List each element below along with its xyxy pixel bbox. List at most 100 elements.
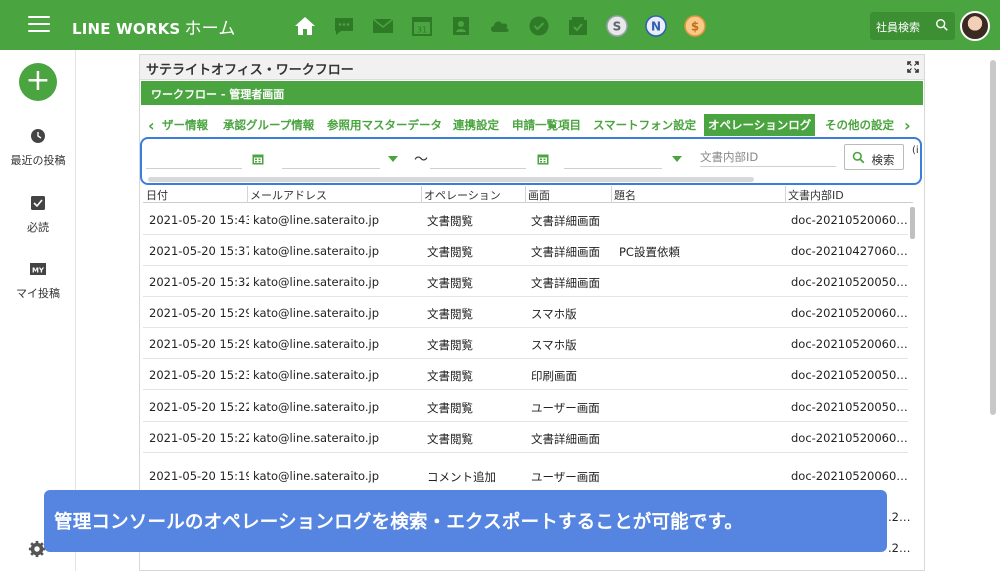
cell-doc-id: doc-20210520050841 <box>791 368 909 382</box>
tab-smartphone[interactable]: スマートフォン設定 <box>593 117 696 133</box>
table-row[interactable]: 2021-05-20 15:29 kato@line.sateraito.jp … <box>143 297 909 328</box>
date-from-input[interactable] <box>146 168 242 169</box>
sateraito-n-icon[interactable]: N <box>641 12 671 40</box>
table-vertical-scrollbar[interactable] <box>910 207 915 239</box>
cell-email: kato@line.sateraito.jp <box>253 306 380 320</box>
table-row[interactable]: 2021-05-20 15:22 kato@line.sateraito.jp … <box>143 391 909 422</box>
check-box-icon <box>31 196 45 210</box>
clock-icon <box>31 129 45 143</box>
cell-operation: 文書閲覧 <box>427 245 473 259</box>
sidebar-item-recent[interactable]: 最近の投稿 <box>0 128 76 168</box>
tab-request-list-items[interactable]: 申請一覧項目 <box>512 117 581 133</box>
home-icon[interactable] <box>290 12 320 40</box>
cell-email: kato@line.sateraito.jp <box>253 431 380 445</box>
compose-button[interactable]: + <box>19 63 57 101</box>
table-header: 日付 メールアドレス オペレーション 画面 題名 文書内部ID <box>143 186 913 203</box>
svg-text:$: $ <box>691 20 699 34</box>
drive-icon[interactable] <box>485 12 515 40</box>
cell-screen: ユーザー画面 <box>531 401 600 415</box>
check-icon[interactable] <box>524 12 554 40</box>
search-button[interactable]: 検索 <box>844 144 904 170</box>
cell-doc-id: doc-20210520060126 <box>791 213 909 227</box>
sidebar-item-label: 最近の投稿 <box>10 154 66 167</box>
column-header-date[interactable]: 日付 <box>146 187 168 203</box>
chat-icon[interactable] <box>329 12 359 40</box>
table-row[interactable]: 2021-05-20 15:23 kato@line.sateraito.jp … <box>143 359 909 390</box>
sidebar-item-label: マイ投稿 <box>16 287 60 300</box>
calendar-icon[interactable] <box>537 153 549 165</box>
tab-operation-log[interactable]: オペレーションログ <box>704 114 816 136</box>
page-scrollbar[interactable] <box>990 60 996 415</box>
column-divider <box>525 186 526 203</box>
date-to-input[interactable] <box>430 168 526 169</box>
table-row[interactable]: 2021-05-20 15:43 kato@line.sateraito.jp … <box>143 204 909 235</box>
column-header-email[interactable]: メールアドレス <box>250 187 327 203</box>
column-header-doc-id[interactable]: 文書内部ID <box>788 187 844 203</box>
cell-doc-id: doc-20210427060745 <box>791 244 909 258</box>
chevron-down-icon[interactable] <box>672 156 682 162</box>
admin-tabs: ‹ ザー情報 承認グループ情報 参照用マスターデータ 連携設定 申請一覧項目 ス… <box>140 113 924 137</box>
column-divider <box>421 186 422 203</box>
cell-screen: 文書詳細画面 <box>531 245 600 259</box>
table-row[interactable]: 2021-05-20 15:29 kato@line.sateraito.jp … <box>143 328 909 359</box>
cell-operation: 文書閲覧 <box>427 214 473 228</box>
user-avatar[interactable] <box>960 11 990 41</box>
cell-doc-id: doc-20210520050841 <box>791 275 909 289</box>
window-title: サテライトオフィス・ワークフロー <box>140 55 924 80</box>
contacts-icon[interactable] <box>446 12 476 40</box>
cell-doc-id: doc-20210520060126 <box>791 337 909 351</box>
doc-id-input[interactable] <box>700 147 836 167</box>
tab-scroll-right-icon[interactable]: › <box>904 116 911 135</box>
column-header-screen[interactable]: 画面 <box>528 187 550 203</box>
expand-icon[interactable] <box>907 61 919 73</box>
cell-screen: 文書詳細画面 <box>531 432 600 446</box>
log-filter-bar: 〜 検索 <box>140 137 922 185</box>
cell-operation: 文書閲覧 <box>427 338 473 352</box>
tab-approval-groups[interactable]: 承認グループ情報 <box>223 117 314 133</box>
column-header-title[interactable]: 題名 <box>614 187 636 203</box>
app-brand[interactable]: LINE WORKS ホーム <box>72 14 236 39</box>
cell-doc-id: doc-20210520060126 <box>791 306 909 320</box>
tab-scroll-left-icon[interactable]: ‹ <box>148 116 155 135</box>
cell-email: kato@line.sateraito.jp <box>253 275 380 289</box>
column-header-operation[interactable]: オペレーション <box>424 187 501 203</box>
cell-screen: スマホ版 <box>531 338 577 352</box>
svg-text:N: N <box>651 20 661 34</box>
my-badge-icon: MY <box>30 263 46 275</box>
cell-doc-id: doc-20210520060126 <box>791 469 909 483</box>
caption-banner: 管理コンソールのオペレーションログを検索・エクスポートすることが可能です。 <box>44 490 887 552</box>
chevron-down-icon[interactable] <box>388 156 398 162</box>
cell-date: 2021-05-20 15:29 <box>149 306 249 320</box>
svg-text:MY: MY <box>32 267 45 275</box>
table-row[interactable]: 2021-05-20 15:22 kato@line.sateraito.jp … <box>143 422 909 453</box>
table-row[interactable]: 2021-05-20 15:19 kato@line.sateraito.jp … <box>143 460 909 491</box>
search-icon <box>852 151 865 164</box>
calendar-icon[interactable] <box>252 153 264 165</box>
menu-icon[interactable] <box>28 16 50 34</box>
table-row[interactable]: 2021-05-20 15:37 kato@line.sateraito.jp … <box>143 235 909 266</box>
svg-text:S: S <box>613 20 622 34</box>
tab-master-data[interactable]: 参照用マスターデータ <box>327 117 442 133</box>
cell-screen: ユーザー画面 <box>531 470 600 484</box>
mail-icon[interactable] <box>368 12 398 40</box>
employee-search-field[interactable]: 社員検索 <box>870 12 955 40</box>
time-from-select[interactable] <box>282 168 380 169</box>
tab-other-settings[interactable]: その他の設定 <box>825 117 894 133</box>
tab-user-info[interactable]: ザー情報 <box>162 117 208 133</box>
cell-screen: 文書詳細画面 <box>531 276 600 290</box>
sateraito-coin-icon[interactable]: $ <box>680 12 710 40</box>
search-button-label: 検索 <box>871 152 895 167</box>
filter-horizontal-scrollbar[interactable] <box>148 177 754 182</box>
calendar-icon[interactable]: 31 <box>407 12 437 40</box>
tab-integration[interactable]: 連携設定 <box>453 117 499 133</box>
employee-search-label: 社員検索 <box>876 21 920 34</box>
cell-operation: コメント追加 <box>427 470 496 484</box>
approval-icon[interactable] <box>563 12 593 40</box>
cell-doc-id: doc-20210520050841 <box>791 400 909 414</box>
sidebar-item-my-posts[interactable]: MY マイ投稿 <box>0 261 76 301</box>
sidebar-item-must-read[interactable]: 必読 <box>0 195 76 235</box>
time-to-select[interactable] <box>564 168 662 169</box>
sateraito-s-icon[interactable]: S <box>602 12 632 40</box>
table-row[interactable]: 2021-05-20 15:32 kato@line.sateraito.jp … <box>143 266 909 297</box>
brand-name: LINE WORKS <box>72 20 181 38</box>
